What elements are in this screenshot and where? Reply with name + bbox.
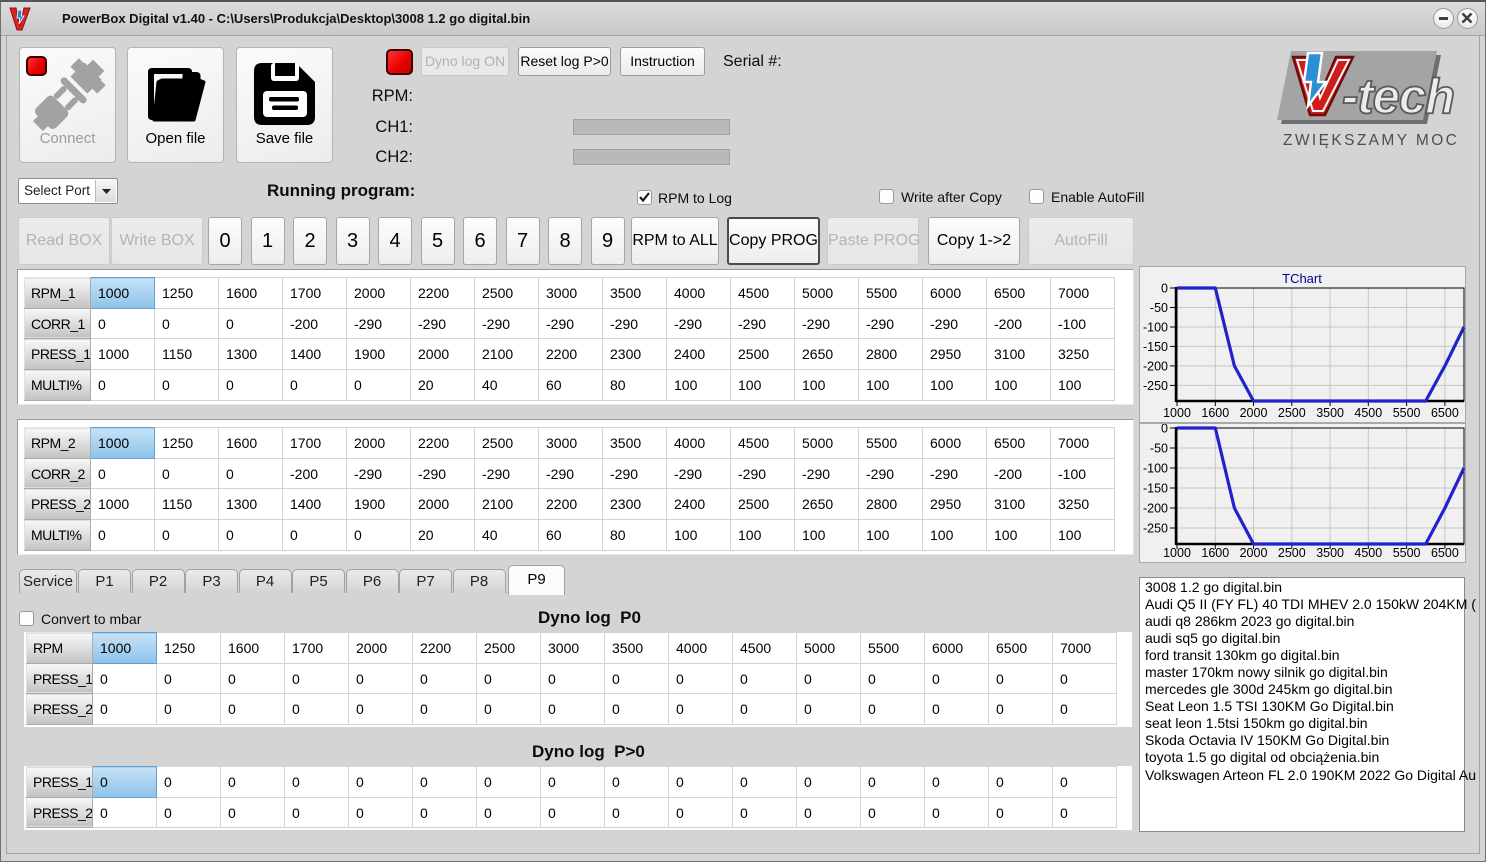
svg-text:-50: -50 xyxy=(1150,301,1168,315)
svg-text:-100: -100 xyxy=(1143,321,1168,335)
svg-text:1000: 1000 xyxy=(1163,406,1191,420)
svg-text:2500: 2500 xyxy=(1278,406,1306,420)
svg-text:3500: 3500 xyxy=(1316,546,1344,560)
svg-text:1000: 1000 xyxy=(1163,546,1191,560)
svg-text:-250: -250 xyxy=(1143,379,1168,393)
svg-text:2000: 2000 xyxy=(1240,546,1268,560)
svg-text:TChart: TChart xyxy=(1282,271,1322,286)
svg-text:-150: -150 xyxy=(1143,482,1168,496)
svg-text:-200: -200 xyxy=(1143,502,1168,516)
svg-text:3500: 3500 xyxy=(1316,406,1344,420)
svg-text:ZWIĘKSZAMY MOC: ZWIĘKSZAMY MOC xyxy=(1283,132,1459,148)
svg-text:0: 0 xyxy=(1161,423,1168,436)
svg-text:1600: 1600 xyxy=(1201,546,1229,560)
svg-text:4500: 4500 xyxy=(1354,546,1382,560)
svg-text:-200: -200 xyxy=(1143,359,1168,373)
svg-text:1600: 1600 xyxy=(1201,406,1229,420)
svg-text:4500: 4500 xyxy=(1354,406,1382,420)
svg-text:6500: 6500 xyxy=(1431,406,1459,420)
svg-text:5500: 5500 xyxy=(1393,546,1421,560)
svg-text:0: 0 xyxy=(1161,282,1168,296)
svg-text:2000: 2000 xyxy=(1240,406,1268,420)
svg-text:-tech: -tech xyxy=(1342,70,1454,124)
svg-text:-50: -50 xyxy=(1150,442,1168,456)
svg-text:-250: -250 xyxy=(1143,522,1168,536)
svg-text:6500: 6500 xyxy=(1431,546,1459,560)
svg-text:-150: -150 xyxy=(1143,340,1168,354)
svg-text:-100: -100 xyxy=(1143,462,1168,476)
svg-text:2500: 2500 xyxy=(1278,546,1306,560)
svg-text:5500: 5500 xyxy=(1393,406,1421,420)
